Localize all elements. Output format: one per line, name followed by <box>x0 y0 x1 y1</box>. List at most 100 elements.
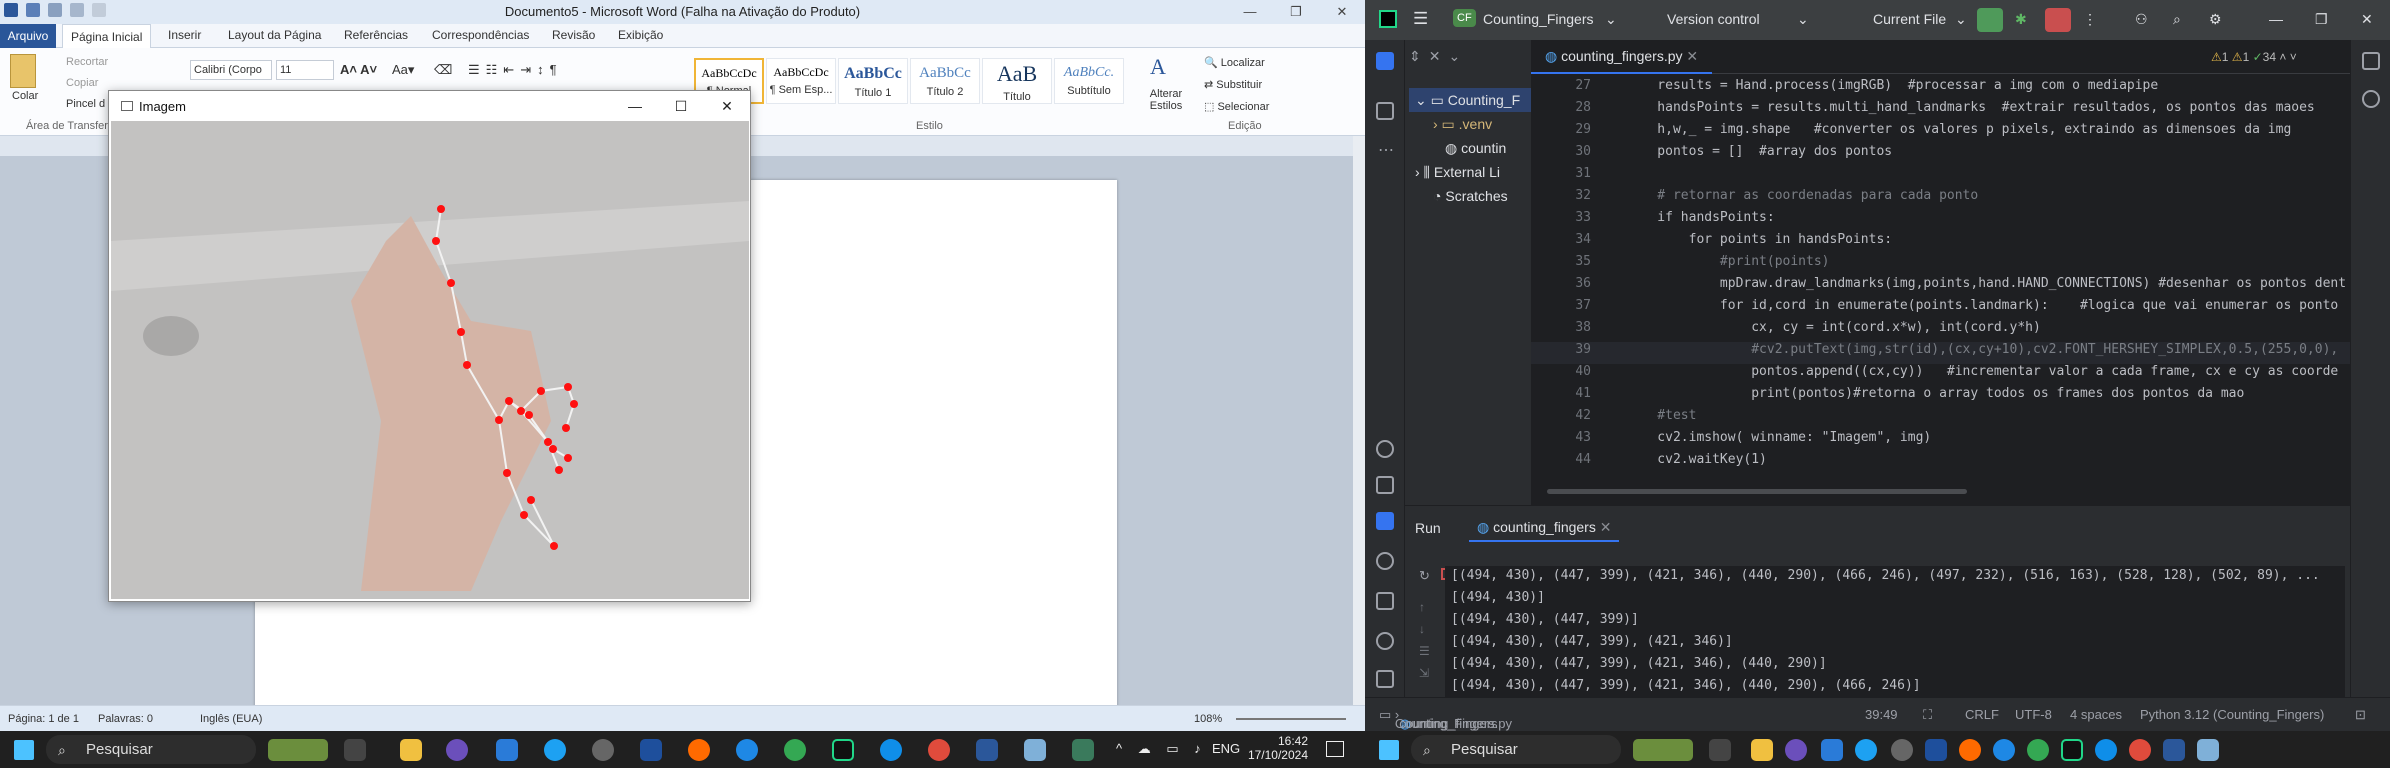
taskbar-search[interactable]: Pesquisar <box>46 735 256 764</box>
font-size-select[interactable]: 11 <box>276 60 334 80</box>
word-count[interactable]: Palavras: 0 <box>98 713 153 725</box>
interpreter[interactable]: Python 3.12 (Counting_Fingers) <box>2140 707 2324 722</box>
code-line[interactable]: 43 cv2.imshow( winname: "Imagem", img) <box>1531 430 2350 452</box>
indent-setting[interactable]: 4 spaces <box>2070 707 2122 722</box>
change-case-icon[interactable]: Aa▾ <box>392 62 414 78</box>
code-line[interactable]: 32 # retornar as coordenadas para cada p… <box>1531 188 2350 210</box>
taskbar-search[interactable]: Pesquisar <box>1411 735 1621 764</box>
dropdown-chevron-icon[interactable]: ⌄ <box>1955 11 1967 28</box>
start-icon[interactable] <box>14 740 34 760</box>
chrome-icon-2[interactable] <box>2129 739 2151 761</box>
tab-pagina-inicial[interactable]: Página Inicial <box>62 24 152 49</box>
python-console-icon[interactable] <box>1376 552 1394 570</box>
clear-format-icon[interactable]: ⌫ <box>434 62 452 78</box>
tab-layout[interactable]: Layout da Página <box>228 28 321 42</box>
code-line[interactable]: 34 for points in handsPoints: <box>1531 232 2350 254</box>
style-titulo-2[interactable]: AaBbCc Título 2 <box>910 58 980 104</box>
line-separator[interactable]: CRLF <box>1965 707 1999 722</box>
code-line[interactable]: 42 #test <box>1531 408 2350 430</box>
console-output[interactable]: [(494, 430), (447, 399), (421, 346), (44… <box>1445 566 2345 698</box>
notifications-icon[interactable] <box>2362 52 2380 70</box>
chrome-icon[interactable] <box>2027 739 2049 761</box>
read-only-icon[interactable]: ⛶ <box>1923 707 1932 723</box>
style-subtitulo[interactable]: AaBbCc. Subtítulo <box>1054 58 1124 104</box>
code-line[interactable]: 38 cx, cy = int(cord.x*w), int(cord.y*h) <box>1531 320 2350 342</box>
tree-item-external[interactable]: › ⫼ External Li <box>1415 164 1500 181</box>
code-line[interactable]: 40 pontos.append((cx,cy)) #incrementar v… <box>1531 364 2350 386</box>
tree-item-scratches[interactable]: ◔ Scratches <box>1433 188 1508 204</box>
widgets-icon[interactable] <box>1633 739 1693 761</box>
structure-tool-icon[interactable] <box>1376 102 1394 120</box>
messenger-icon[interactable] <box>1855 739 1877 761</box>
chrome-icon-2[interactable] <box>928 739 950 761</box>
search-icon[interactable]: ⌕ <box>2173 11 2181 28</box>
tab-inserir[interactable]: Inserir <box>168 28 201 42</box>
dropdown-chevron-icon[interactable]: ⌄ <box>1605 11 1617 28</box>
code-line[interactable]: 28 handsPoints = results.multi_hand_land… <box>1531 100 2350 122</box>
inspection-widget[interactable]: ⚠1 ⚠1 ✓34 ˄ ˅ <box>2211 50 2297 64</box>
code-line[interactable]: 33 if handsPoints: <box>1531 210 2350 232</box>
vscode-icon[interactable] <box>1821 739 1843 761</box>
messenger-icon[interactable] <box>544 739 566 761</box>
notification-icon[interactable] <box>1326 741 1344 757</box>
python-packages-icon[interactable] <box>1376 440 1394 458</box>
file-tab[interactable]: ◍ counting_fingers.py ✕ <box>1531 40 1713 74</box>
steam-icon[interactable] <box>592 739 614 761</box>
language-status[interactable]: Inglês (EUA) <box>200 713 262 725</box>
cursor-position[interactable]: 39:49 <box>1865 707 1898 722</box>
project-tool-icon[interactable] <box>1376 52 1394 70</box>
app-icon-3[interactable] <box>688 739 710 761</box>
paste-button[interactable]: Colar <box>12 90 38 102</box>
tab-revisao[interactable]: Revisão <box>552 28 595 42</box>
tab-correspondencias[interactable]: Correspondências <box>432 28 529 42</box>
word-icon[interactable] <box>976 739 998 761</box>
problems-icon[interactable] <box>1376 632 1394 650</box>
run-tool-icon[interactable] <box>1376 512 1394 530</box>
zoom-level[interactable]: 108% <box>1194 713 1222 725</box>
paste-icon[interactable] <box>10 54 36 88</box>
replace-button[interactable]: ⇄ Substituir <box>1204 78 1262 91</box>
minimize-icon[interactable]: — <box>1227 0 1273 24</box>
style-titulo-1[interactable]: AaBbCc Título 1 <box>838 58 908 104</box>
app-icon[interactable] <box>446 739 468 761</box>
format-painter-button[interactable]: Pincel d <box>66 98 105 110</box>
code-line[interactable]: 27 results = Hand.process(imgRGB) #proce… <box>1531 78 2350 100</box>
copy-button[interactable]: Copiar <box>66 77 98 89</box>
stop-icon[interactable] <box>2045 8 2071 32</box>
git-icon[interactable] <box>1376 670 1394 688</box>
python-icon[interactable] <box>1072 739 1094 761</box>
dropdown-chevron-icon[interactable]: ⌄ <box>1797 11 1809 28</box>
code-line[interactable]: 31 <box>1531 166 2350 188</box>
minimize-icon[interactable]: — <box>2269 11 2283 27</box>
close-icon[interactable]: ✕ <box>704 91 750 121</box>
console-side-tools[interactable]: ↑ ↓ ☰ ⇲ <box>1419 596 1430 684</box>
code-line[interactable]: 36 mpDraw.draw_landmarks(img,points,hand… <box>1531 276 2350 298</box>
app-icon[interactable] <box>1785 739 1807 761</box>
close-icon[interactable]: ✕ <box>2361 11 2373 28</box>
change-styles-icon[interactable]: A <box>1150 54 1176 80</box>
app-icon-5[interactable] <box>1024 739 1046 761</box>
tab-referencias[interactable]: Referências <box>344 28 408 42</box>
pycharm-icon[interactable] <box>2061 739 2083 761</box>
code-line[interactable]: 37 for id,cord in enumerate(points.landm… <box>1531 298 2350 320</box>
project-panel-tools[interactable]: ⇕✕⌄ <box>1409 48 1468 65</box>
minimize-icon[interactable]: — <box>612 91 658 121</box>
code-line[interactable]: 29 h,w,_ = img.shape #converter os valor… <box>1531 122 2350 144</box>
vscode-icon[interactable] <box>496 739 518 761</box>
run-tab[interactable]: ◍ counting_fingers ✕ <box>1469 512 1620 542</box>
code-editor[interactable]: ◍ counting_fingers.py ✕ ⚠1 ⚠1 ✓34 ˄ ˅ 27… <box>1531 40 2350 505</box>
zoom-slider[interactable] <box>1236 718 1346 720</box>
file-encoding[interactable]: UTF-8 <box>2015 707 2052 722</box>
cut-button[interactable]: Recortar <box>66 56 108 68</box>
tree-item-root[interactable]: ⌄ ▭ Counting_F <box>1415 92 1520 109</box>
task-view-icon[interactable] <box>344 739 366 761</box>
tray-icons[interactable]: ^ ☁ ▭ ♪ <box>1116 741 1207 757</box>
code-line[interactable]: 39 #cv2.putText(img,str(id),(cx,cy+10),c… <box>1531 342 2350 364</box>
breadcrumb[interactable]: ▭ Counting_Fingers › ◍ counting_fingers.… <box>1379 707 1512 731</box>
rerun-icon[interactable]: ↻ <box>1419 568 1430 584</box>
main-menu-icon[interactable]: ☰ <box>1413 9 1428 29</box>
run-config-select[interactable]: Current File <box>1873 11 1946 27</box>
project-switcher[interactable]: Counting_Fingers <box>1483 11 1594 27</box>
widgets-icon[interactable] <box>268 739 328 761</box>
code-line[interactable]: 44 cv2.waitKey(1) <box>1531 452 2350 474</box>
